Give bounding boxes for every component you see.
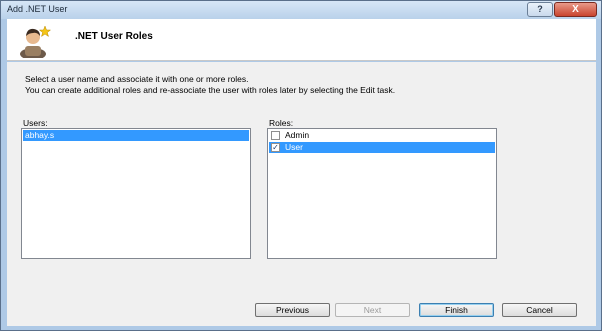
instructions: Select a user name and associate it with…: [25, 74, 395, 96]
previous-button[interactable]: Previous: [255, 303, 330, 317]
role-label: User: [285, 142, 303, 152]
dialog-body: Select a user name and associate it with…: [7, 62, 596, 326]
role-label: Admin: [285, 130, 310, 140]
instruction-line-2: You can create additional roles and re-a…: [25, 85, 396, 95]
roles-label: Roles:: [269, 118, 294, 128]
checkbox-admin[interactable]: [271, 131, 280, 140]
cancel-button[interactable]: Cancel: [502, 303, 577, 317]
next-button[interactable]: Next: [335, 303, 410, 317]
list-item[interactable]: Admin: [269, 130, 495, 141]
header-title: .NET User Roles: [75, 31, 153, 42]
checkbox-user[interactable]: ✓: [271, 143, 280, 152]
users-listbox[interactable]: abhay.s: [21, 128, 251, 259]
help-button[interactable]: ?: [527, 2, 553, 17]
list-item[interactable]: ✓ User: [269, 142, 495, 153]
window-title: Add .NET User: [7, 4, 68, 14]
title-bar: Add .NET User ? X: [1, 1, 601, 19]
list-item[interactable]: abhay.s: [23, 130, 249, 141]
user-star-icon: [20, 25, 52, 58]
dialog-header: .NET User Roles: [7, 19, 596, 61]
finish-button[interactable]: Finish: [419, 303, 494, 317]
instruction-line-1: Select a user name and associate it with…: [25, 74, 249, 84]
checkmark-icon: ✓: [272, 143, 279, 152]
users-label: Users:: [23, 118, 48, 128]
close-button[interactable]: X: [554, 2, 597, 17]
add-net-user-dialog: Add .NET User ? X .NET User Roles Select…: [0, 0, 602, 331]
roles-listbox[interactable]: Admin ✓ User: [267, 128, 497, 259]
